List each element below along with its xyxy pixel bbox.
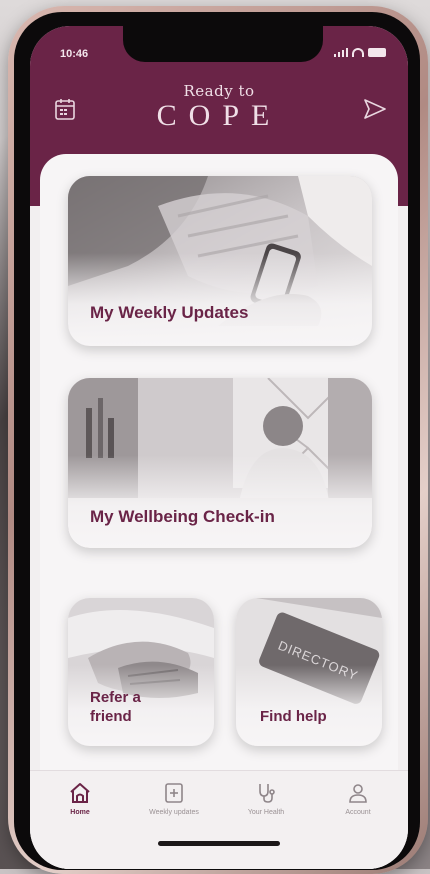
- user-icon: [349, 784, 367, 803]
- wellbeing-checkin-card[interactable]: My Wellbeing Check-in: [68, 378, 372, 548]
- refer-friend-line2: friend: [90, 708, 132, 725]
- send-icon: [364, 99, 386, 119]
- wifi-icon: [352, 48, 364, 57]
- bottom-tab-bar: Home Weekly updates Your Health Account: [30, 770, 408, 869]
- logo-wordmark: COPE: [156, 99, 282, 132]
- weekly-updates-card[interactable]: My Weekly Updates: [68, 176, 372, 346]
- weekly-updates-label: My Weekly Updates: [90, 303, 249, 322]
- battery-icon: [368, 48, 386, 57]
- signal-icon: [334, 48, 348, 57]
- tab-home[interactable]: Home: [40, 781, 120, 816]
- stethoscope-icon: [259, 784, 275, 803]
- camera-notch: [123, 26, 323, 62]
- tab-weekly-updates[interactable]: Weekly updates: [134, 781, 214, 816]
- refer-friend-card[interactable]: Refer a friend: [68, 598, 214, 746]
- card-fade: [68, 454, 372, 548]
- card-fade: [236, 664, 382, 746]
- tab-account-label: Account: [345, 809, 371, 816]
- tab-your-health[interactable]: Your Health: [226, 781, 306, 816]
- logo-tagline: Ready to: [183, 82, 255, 100]
- wellbeing-checkin-label: My Wellbeing Check-in: [90, 507, 275, 526]
- refer-friend-line1: Refer a: [90, 689, 141, 706]
- card-fade: [68, 252, 372, 346]
- find-help-label: Find help: [260, 708, 327, 725]
- status-icons: [334, 48, 386, 57]
- home-icon: [70, 783, 90, 803]
- home-indicator[interactable]: [158, 841, 280, 846]
- app-screen: 10:46 Ready to COPE My Weekly Updates My…: [30, 26, 408, 869]
- plus-square-icon: [165, 783, 183, 803]
- refer-friend-label: Refer a friend: [90, 688, 141, 726]
- tab-home-label: Home: [70, 809, 90, 816]
- tab-your-health-label: Your Health: [247, 809, 285, 816]
- tab-account[interactable]: Account: [318, 781, 398, 816]
- app-logo: Ready to COPE: [30, 82, 408, 132]
- find-help-card[interactable]: DIRECTORY Find help: [236, 598, 382, 746]
- send-button[interactable]: [360, 94, 390, 124]
- home-content: My Weekly Updates My Wellbeing Check-in: [40, 154, 398, 869]
- status-time: 10:46: [60, 48, 89, 60]
- tab-weekly-updates-label: Weekly updates: [149, 809, 199, 816]
